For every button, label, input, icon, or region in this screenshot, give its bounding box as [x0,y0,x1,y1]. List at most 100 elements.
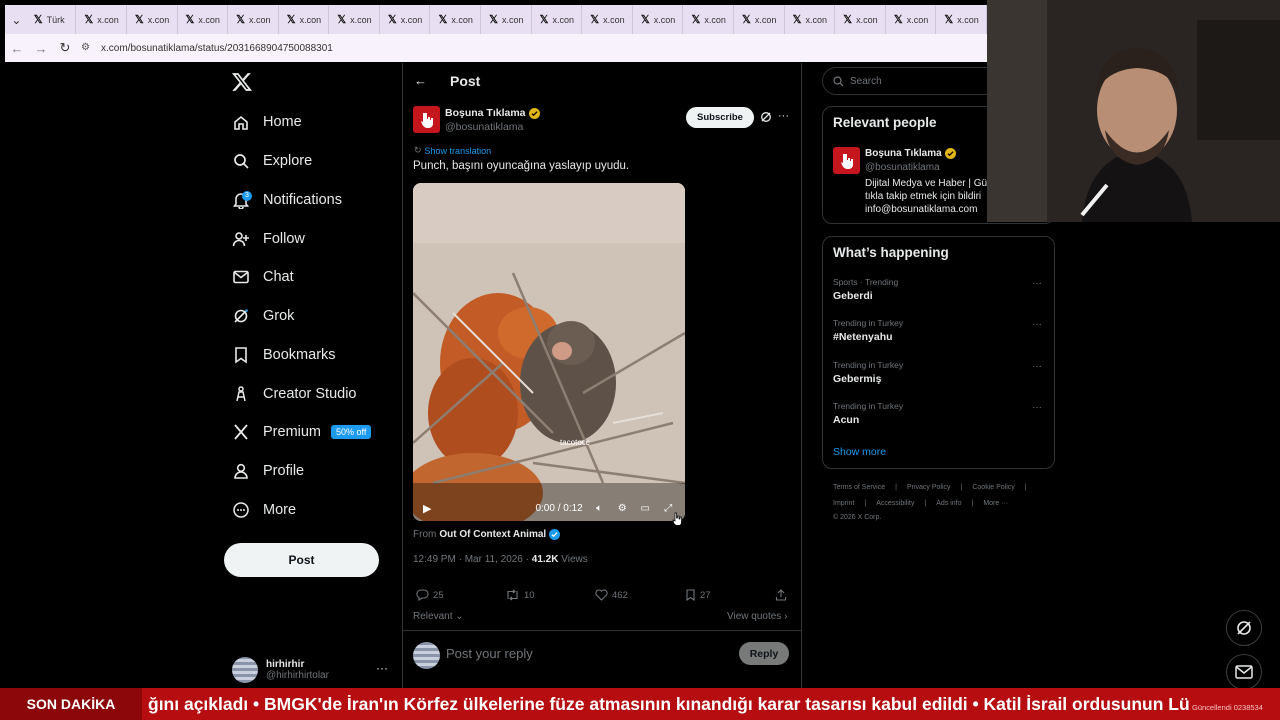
back-arrow-icon[interactable]: ← [414,73,427,88]
author-name[interactable]: Boşuna Tıklama [445,107,540,119]
author-handle[interactable]: @bosunatiklama [445,121,523,133]
nav-item-grok[interactable]: Grok [232,304,294,328]
browser-tab[interactable]: 𝕏x.con [633,5,684,34]
reply-input[interactable]: Post your reply [446,646,533,661]
browser-tab[interactable]: 𝕏x.con [886,5,937,34]
relevant-person-name[interactable]: Boşuna Tıklama [865,148,956,159]
forward-nav-icon[interactable]: → [29,41,53,56]
nav-item-more[interactable]: More [232,498,296,522]
subscribe-button[interactable]: Subscribe [686,107,754,128]
messages-floating-button[interactable] [1226,654,1262,690]
browser-tab[interactable]: 𝕏x.con [76,5,127,34]
reload-icon[interactable]: ↻ [53,40,77,56]
footer-link[interactable]: Accessibility [876,500,914,507]
browser-tab[interactable]: 𝕏x.con [178,5,229,34]
post-compose-button[interactable]: Post [224,543,379,577]
url-field[interactable]: ⚙ x.com/bosunatiklama/status/20316689047… [81,42,333,54]
nav-item-creator-studio[interactable]: Creator Studio [232,382,357,406]
nav-item-follow[interactable]: Follow [232,227,305,251]
reply-button[interactable]: Reply [739,642,789,665]
footer-link[interactable]: More ··· [983,500,1008,507]
more-circle-icon [232,501,250,519]
search-input[interactable]: Search [822,67,1002,95]
trend-more-icon[interactable]: ··· [1032,361,1042,372]
footer-link: | [924,500,927,507]
footer-link: | [864,500,867,507]
browser-tab[interactable]: 𝕏x.con [582,5,633,34]
browser-tab[interactable]: 𝕏x.con [683,5,735,34]
post-more-icon[interactable]: ··· [778,110,789,122]
repost-action[interactable]: 10 [505,589,535,601]
x-favicon-icon: 𝕏 [893,14,903,26]
browser-tab[interactable]: 𝕏x.con [127,5,178,34]
browser-tab[interactable]: 𝕏x.con [835,5,886,34]
browser-tab[interactable]: 𝕏x.con [532,5,583,34]
post-video[interactable] [413,183,685,521]
relevant-person-avatar[interactable] [833,147,860,174]
share-action[interactable] [775,589,791,601]
reply-icon [416,589,429,601]
tab-label: x.con [299,14,322,25]
tab-label: x.con [198,14,220,25]
browser-tab[interactable]: 𝕏x.con [279,5,330,34]
nav-item-bookmarks[interactable]: Bookmarks [232,343,336,367]
tab-search-button[interactable]: ⌄ [7,8,26,32]
nav-item-home[interactable]: Home [232,110,302,134]
account-more-icon[interactable]: ··· [376,661,388,675]
trend-name[interactable]: Geberdi [833,290,873,302]
nav-item-chat[interactable]: Chat [232,265,294,289]
browser-tab[interactable]: 𝕏x.con [380,5,431,34]
site-info-icon[interactable]: ⚙ [81,42,93,54]
from-source-link[interactable]: Out Of Context Animal [439,529,546,540]
trend-context: Trending in Turkey [833,318,904,328]
nav-item-label: Explore [263,153,313,169]
footer-link[interactable]: Cookie Policy [972,484,1014,491]
reply-sort-dropdown[interactable]: Relevant ⌄ [413,611,464,622]
trend-more-icon[interactable]: ··· [1032,278,1042,289]
browser-tab[interactable]: 𝕏x.con [734,5,785,34]
show-more-link[interactable]: Show more [833,446,886,458]
browser-tab[interactable]: 𝕏x.con [481,5,532,34]
browser-tab[interactable]: 𝕏x.con [430,5,482,34]
view-quotes-link[interactable]: View quotes › [727,611,787,622]
nav-item-explore[interactable]: Explore [232,149,312,173]
account-switcher[interactable]: hirhirhir @hirhirhirtolar [232,655,392,685]
footer-link[interactable]: Privacy Policy [907,484,951,491]
tab-label: x.con [350,14,372,25]
tab-label: x.con [704,14,726,25]
nav-item-premium[interactable]: Premium 50% off [232,420,372,444]
play-icon[interactable]: ▶ [423,502,431,515]
volume-icon[interactable]: 🔈︎ [593,502,606,515]
trend-more-icon[interactable]: ··· [1032,402,1042,413]
author-avatar[interactable] [413,106,440,133]
footer-link[interactable]: Ads info [936,500,961,507]
grok-floating-button[interactable] [1226,610,1262,646]
trend-more-icon[interactable]: ··· [1032,319,1042,330]
browser-tab[interactable]: 𝕏 Türk [26,5,77,34]
footer-link: | [971,500,974,507]
post-timestamp[interactable]: 12:49 PM · Mar 11, 2026 · [413,554,532,565]
browser-tab[interactable]: 𝕏x.con [936,5,987,34]
trend-name[interactable]: Gebermiş [833,373,881,385]
x-logo-icon[interactable] [231,71,253,93]
grok-icon[interactable] [760,111,772,123]
nav-item-profile[interactable]: Profile [232,459,304,483]
trend-name[interactable]: Acun [833,414,859,426]
footer-link[interactable]: Imprint [833,500,854,507]
reply-action[interactable]: 25 [416,589,444,601]
show-translation-link[interactable]: ↻ Show translation [414,145,491,156]
settings-icon[interactable]: ⚙ [616,502,629,515]
picture-in-picture-icon[interactable]: ▭ [639,502,652,515]
trend-name[interactable]: #Netenyahu [833,331,893,343]
like-action[interactable]: 462 [595,589,628,601]
nav-item-label: Grok [263,308,295,324]
nav-item-notifications[interactable]: 3 Notifications [232,188,342,212]
relevant-person-name-text: Boşuna Tıklama [865,148,942,159]
tab-label: x.con [400,14,423,25]
browser-tab[interactable]: 𝕏x.con [228,5,279,34]
footer-link[interactable]: Terms of Service [833,484,885,491]
browser-tab[interactable]: 𝕏x.con [329,5,380,34]
back-nav-icon[interactable]: ← [5,41,29,56]
bookmark-action[interactable]: 27 [685,589,711,601]
browser-tab[interactable]: 𝕏x.con [785,5,836,34]
